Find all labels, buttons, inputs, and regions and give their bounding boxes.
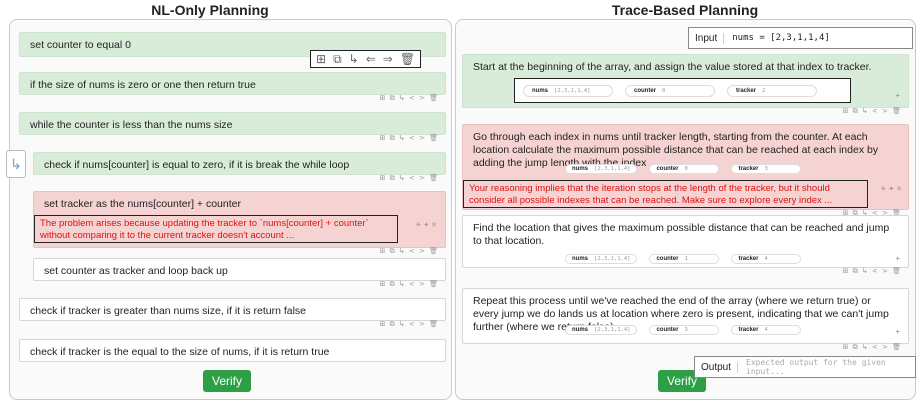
var-counter: counter 0 [625, 84, 715, 97]
var-nums: nums [2,3,1,1,4] [565, 324, 638, 335]
nl-step-2[interactable]: if the size of nums is zero or one then … [19, 72, 446, 102]
add-icon[interactable]: + [895, 252, 900, 265]
add-icon[interactable]: ⊞ [316, 52, 326, 66]
var-tracker: tracker 3 [731, 163, 802, 174]
output-label: Output [695, 361, 739, 373]
outdent-left-icon[interactable]: ⇐ [366, 52, 376, 66]
trace-step-1-text: Start at the beginning of the array, and… [473, 61, 872, 73]
nl-step-7[interactable]: check if tracker is greater than nums si… [19, 298, 446, 328]
var-counter: counter 3 [649, 324, 720, 335]
trace-step-4[interactable]: Repeat this process until we've reached … [462, 288, 909, 351]
outdent-right-icon[interactable]: ⇒ [383, 52, 393, 66]
copy-icon[interactable]: ⧉ [333, 52, 342, 67]
step-tools[interactable]: ⊞ ⧉ ↳ < > 🗑 [380, 318, 439, 331]
var-nums: nums [2,3,1,1,4] [565, 253, 638, 264]
indent-arrow-icon[interactable]: ↳ [6, 150, 26, 178]
trace-step-3-text: Find the location that gives the maximum… [473, 222, 890, 247]
trace-based-title: Trace-Based Planning [611, 2, 759, 18]
input-value: nums = [2,3,1,1,4] [732, 33, 830, 43]
var-counter: counter 0 [649, 163, 720, 174]
trace-error-feedback: Your reasoning implies that the iteratio… [463, 180, 868, 208]
step-tools[interactable]: ⊞ ⧉ ↳ < > 🗑 [843, 105, 902, 118]
feedback-toggle-icon[interactable]: ☀ ✦ ✕ [880, 183, 902, 196]
nl-step-6-text: set counter as tracker and loop back up [44, 265, 228, 277]
state-trace-2: nums [2,3,1,1,4] counter 0 tracker 3 [565, 163, 825, 174]
state-trace-3: nums [2,3,1,1,4] counter 1 tracker 4 [565, 253, 825, 264]
step-tools[interactable]: ⊞ ⧉ ↳ < > 🗑 [380, 172, 439, 185]
nl-step-3[interactable]: while the counter is less than the nums … [19, 112, 446, 142]
nl-step-5-text: set tracker as the nums[counter] + count… [44, 198, 241, 210]
step-tools[interactable]: ⊞ ⧉ ↳ < > 🗑 [380, 132, 439, 145]
nl-step-6[interactable]: set counter as tracker and loop back up … [33, 258, 446, 288]
step-tools[interactable]: ⊞ ⧉ ↳ < > 🗑 [380, 278, 439, 291]
step-tools[interactable]: ⊞ ⧉ ↳ < > 🗑 [380, 245, 439, 258]
input-field[interactable]: Input nums = [2,3,1,1,4] [688, 27, 913, 49]
nl-step-2-text: if the size of nums is zero or one then … [30, 79, 256, 91]
verify-button[interactable]: Verify [203, 370, 251, 392]
nl-step-8-text: check if tracker is the equal to the siz… [30, 346, 330, 358]
add-icon[interactable]: + [895, 89, 900, 102]
step-tools[interactable]: ⊞ ⧉ ↳ < > 🗑 [843, 265, 902, 278]
output-field[interactable]: Output Expected output for the given inp… [694, 356, 916, 378]
step-tools[interactable]: ⊞ ⧉ ↳ < > 🗑 [843, 341, 902, 354]
output-input[interactable]: Expected output for the given input... [738, 358, 915, 376]
indent-icon[interactable]: ↳ [349, 52, 359, 66]
feedback-toggle-icon[interactable]: ☀ ✦ ✕ [415, 219, 437, 232]
nl-step-4[interactable]: check if nums[counter] is equal to zero,… [33, 152, 446, 182]
var-tracker: tracker 4 [731, 324, 802, 335]
step-toolbar: ⊞ ⧉ ↳ ⇐ ⇒ 🗑 [310, 50, 422, 68]
var-tracker: tracker 2 [727, 84, 817, 97]
state-trace-4: nums [2,3,1,1,4] counter 3 tracker 4 [565, 324, 825, 335]
nl-step-7-text: check if tracker is greater than nums si… [30, 305, 307, 317]
var-nums: nums [2,3,1,1,4] [523, 84, 613, 97]
state-trace-1: nums [2,3,1,1,4] counter 0 tracker 2 [514, 78, 851, 103]
nl-step-8[interactable]: check if tracker is the equal to the siz… [19, 339, 446, 362]
nl-step-1-text: set counter to equal 0 [30, 39, 131, 51]
var-nums: nums [2,3,1,1,4] [565, 163, 638, 174]
var-tracker: tracker 4 [731, 253, 802, 264]
var-counter: counter 1 [649, 253, 720, 264]
nl-only-title: NL-Only Planning [151, 2, 269, 18]
step-tools[interactable]: ⊞ ⧉ ↳ < > 🗑 [380, 92, 439, 105]
nl-step-3-text: while the counter is less than the nums … [30, 119, 233, 131]
nl-step-4-text: check if nums[counter] is equal to zero,… [44, 159, 350, 171]
add-icon[interactable]: + [895, 325, 900, 338]
delete-icon[interactable]: 🗑 [400, 52, 415, 66]
nl-error-feedback: The problem arises because updating the … [34, 215, 398, 243]
input-label: Input [689, 32, 725, 44]
